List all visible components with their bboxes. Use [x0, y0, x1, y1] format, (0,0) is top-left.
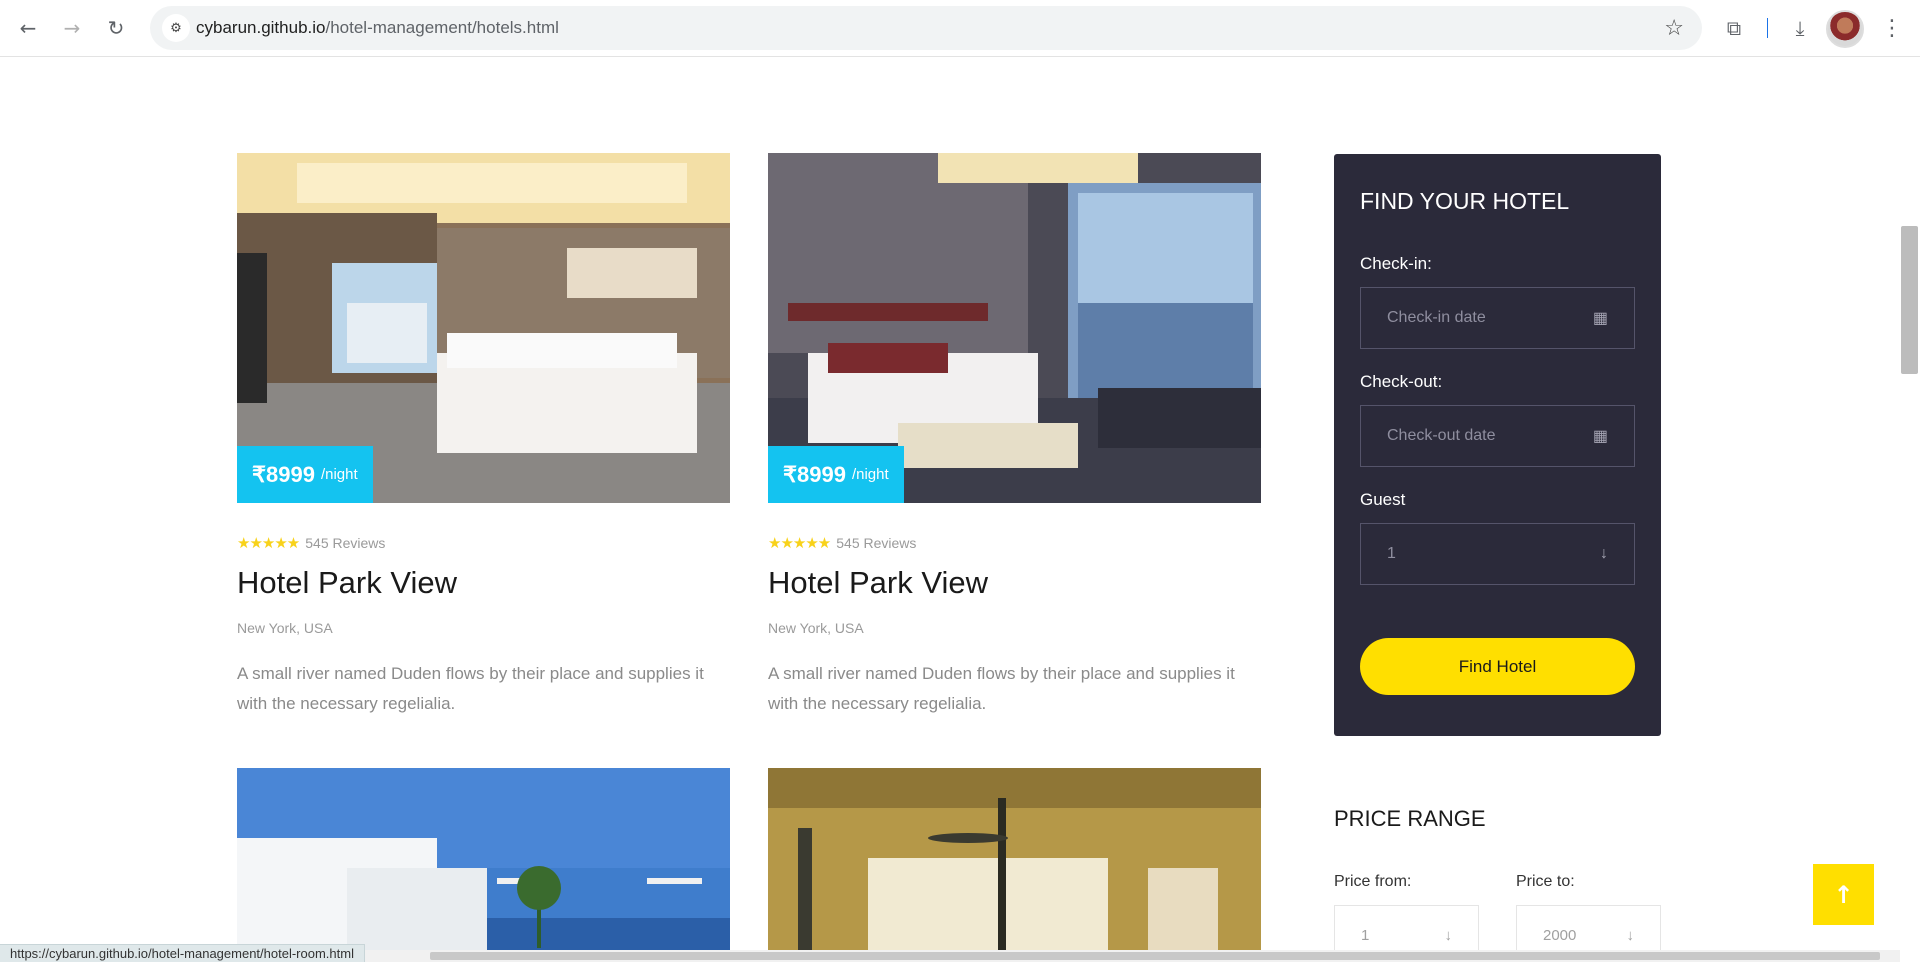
price-unit: /night	[320, 466, 358, 483]
profile-avatar[interactable]	[1826, 10, 1864, 48]
checkin-label: Check-in:	[1360, 254, 1432, 273]
find-hotel-panel: FIND YOUR HOTEL Check-in: Check-in date …	[1334, 154, 1661, 736]
hotel-location: New York, USA	[237, 620, 333, 636]
calendar-icon: ▦	[1592, 310, 1608, 327]
link-status-bar: https://cybarun.github.io/hotel-manageme…	[0, 944, 365, 962]
address-bar[interactable]: ⚙ cybarun.github.io/hotel-management/hot…	[150, 6, 1702, 50]
rating: ★★★★★ 545 Reviews	[237, 534, 385, 552]
back-icon[interactable]: ←	[12, 12, 44, 44]
find-hotel-button[interactable]: Find Hotel	[1360, 638, 1635, 695]
price-range-title: PRICE RANGE	[1334, 806, 1486, 831]
extensions-icon[interactable]: ⧉	[1718, 12, 1750, 44]
price-to-label: Price to:	[1516, 873, 1575, 890]
checkin-input[interactable]: Check-in date ▦	[1360, 287, 1635, 349]
checkout-label: Check-out:	[1360, 372, 1443, 391]
guest-label: Guest	[1360, 490, 1406, 509]
price-amount: ₹8999	[783, 461, 846, 487]
arrow-up-icon: ↑	[1833, 880, 1854, 909]
checkout-input[interactable]: Check-out date ▦	[1360, 405, 1635, 467]
review-count: 545 Reviews	[305, 535, 386, 551]
download-icon[interactable]: ⤓	[1784, 12, 1816, 44]
price-to-value: 2000	[1543, 926, 1577, 944]
hotel-description: A small river named Duden flows by their…	[768, 664, 1235, 713]
hotel-room-image[interactable]	[237, 768, 730, 950]
review-count: 545 Reviews	[836, 535, 917, 551]
vertical-scrollbar[interactable]	[1900, 57, 1920, 950]
toolbar-divider	[1767, 18, 1768, 38]
price-from-value: 1	[1361, 926, 1370, 944]
rating-stars-icon: ★★★★★	[768, 534, 831, 552]
back-to-top-button[interactable]: ↑	[1813, 864, 1874, 925]
browser-toolbar: ← → ↻ ⚙ cybarun.github.io/hotel-manageme…	[0, 0, 1920, 57]
hotel-room-image[interactable]	[768, 768, 1261, 950]
price-tag: ₹8999 /night	[237, 446, 373, 503]
calendar-icon: ▦	[1592, 428, 1608, 445]
reload-icon[interactable]: ↻	[100, 12, 132, 44]
vertical-scrollbar-thumb[interactable]	[1901, 226, 1918, 374]
hotel-name[interactable]: Hotel Park View	[237, 565, 457, 601]
menu-kebab-icon[interactable]: ⋮	[1876, 12, 1908, 44]
rating-stars-icon: ★★★★★	[237, 534, 300, 552]
price-tag: ₹8999 /night	[768, 446, 904, 503]
rating: ★★★★★ 545 Reviews	[768, 534, 916, 552]
forward-icon[interactable]: →	[56, 12, 88, 44]
url-text[interactable]: cybarun.github.io/hotel-management/hotel…	[196, 18, 559, 38]
arrow-down-icon: ↓	[1444, 926, 1453, 944]
hotel-location: New York, USA	[768, 620, 864, 636]
bookmark-star-icon[interactable]: ☆	[1664, 16, 1684, 41]
find-hotel-title: FIND YOUR HOTEL	[1360, 188, 1570, 214]
price-unit: /night	[851, 466, 889, 483]
guest-select[interactable]: 1 ↓	[1360, 523, 1635, 585]
site-info-icon[interactable]: ⚙	[162, 14, 190, 42]
hotel-name[interactable]: Hotel Park View	[768, 565, 988, 601]
checkout-placeholder: Check-out date	[1387, 427, 1496, 444]
price-from-label: Price from:	[1334, 873, 1412, 890]
hotel-room-image[interactable]: ₹8999 /night	[237, 153, 730, 503]
arrow-down-icon: ↓	[1626, 926, 1635, 944]
guest-value: 1	[1387, 545, 1396, 562]
hotel-room-image[interactable]: ₹8999 /night	[768, 153, 1261, 503]
arrow-down-icon: ↓	[1600, 545, 1608, 562]
checkin-placeholder: Check-in date	[1387, 309, 1486, 326]
price-amount: ₹8999	[252, 461, 315, 487]
hotel-description: A small river named Duden flows by their…	[237, 664, 704, 713]
horizontal-scrollbar-thumb[interactable]	[430, 952, 1880, 960]
